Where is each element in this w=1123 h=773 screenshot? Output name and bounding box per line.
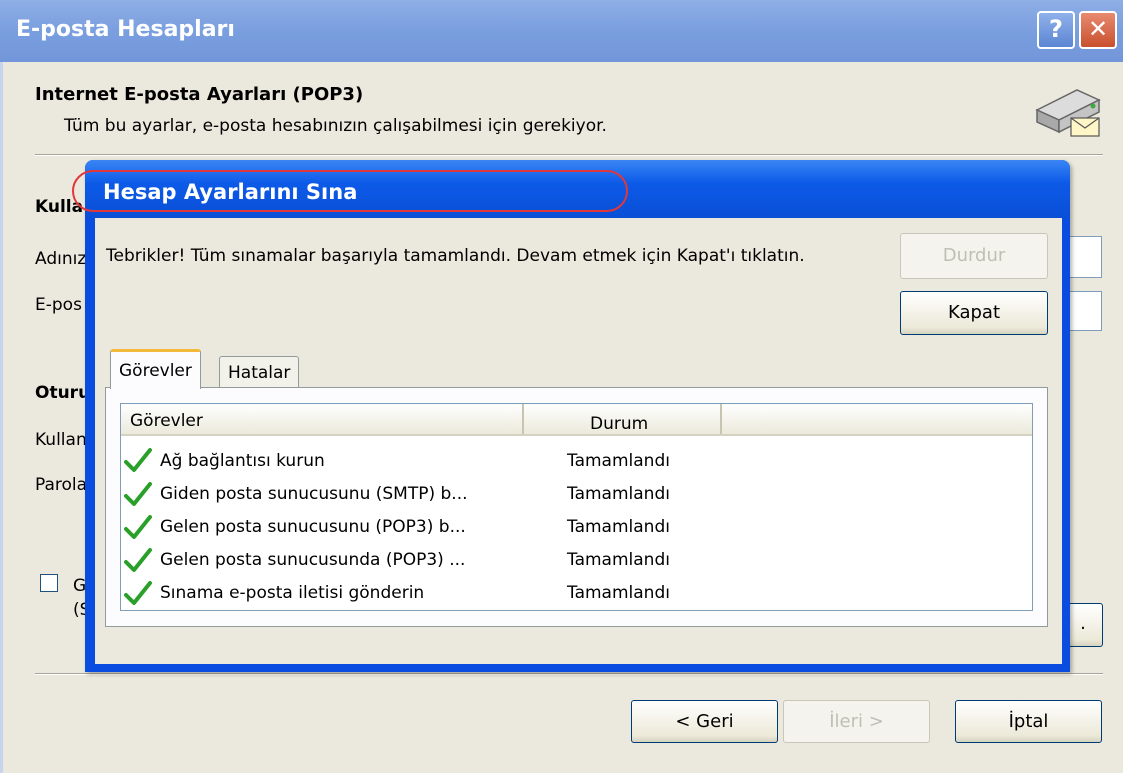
- row-task: Giden posta sunucusunu (SMTP) b...: [160, 484, 468, 504]
- dialog-close-button[interactable]: Kapat: [900, 291, 1048, 335]
- help-button[interactable]: ?: [1037, 11, 1075, 49]
- row-status: Tamamlandı: [567, 583, 670, 603]
- page-title: Internet E-posta Ayarları (POP3): [35, 84, 364, 105]
- remember-checkbox[interactable]: [40, 574, 58, 592]
- row-task: Gelen posta sunucusunda (POP3) ...: [160, 550, 466, 570]
- footer-separator: [35, 673, 1103, 675]
- tab-tasks[interactable]: Görevler: [110, 349, 201, 389]
- mail-server-icon: [1035, 89, 1101, 137]
- check-icon: [124, 482, 152, 506]
- header-separator: [35, 154, 1103, 156]
- check-icon: [124, 515, 152, 539]
- back-button[interactable]: < Geri: [631, 700, 778, 743]
- password-label: Parola: [35, 475, 88, 495]
- cancel-button[interactable]: İptal: [955, 700, 1102, 743]
- stop-button[interactable]: Durdur: [900, 233, 1048, 279]
- row-task: Gelen posta sunucusunu (POP3) b...: [160, 517, 466, 537]
- check-icon: [124, 448, 152, 472]
- logon-section-label: Oturu: [35, 383, 91, 403]
- next-button[interactable]: İleri >: [783, 700, 930, 743]
- name-input[interactable]: [1067, 236, 1102, 278]
- row-status: Tamamlandı: [567, 451, 670, 471]
- email-input[interactable]: [1067, 291, 1102, 331]
- email-label: E-pos: [35, 295, 82, 315]
- check-icon: [124, 548, 152, 572]
- row-task: Ağ bağlantısı kurun: [160, 451, 325, 471]
- row-task: Sınama e-posta iletisi gönderin: [160, 583, 425, 603]
- close-window-button[interactable]: ✕: [1079, 11, 1117, 49]
- name-label: Adınız: [35, 249, 87, 269]
- column-header-status[interactable]: Durum: [590, 414, 648, 434]
- row-status: Tamamlandı: [567, 550, 670, 570]
- list-header: [121, 404, 1032, 436]
- window-left-edge: [0, 62, 3, 773]
- page-subtitle: Tüm bu ayarlar, e-posta hesabınızın çalı…: [64, 116, 607, 136]
- username-label: Kullan: [35, 430, 87, 450]
- row-status: Tamamlandı: [567, 517, 670, 537]
- window-title: E-posta Hesapları: [16, 17, 235, 42]
- column-divider[interactable]: [522, 404, 524, 434]
- dialog-message: Tebrikler! Tüm sınamalar başarıyla tamam…: [106, 246, 805, 266]
- row-status: Tamamlandı: [567, 484, 670, 504]
- column-header-tasks[interactable]: Görevler: [130, 411, 203, 431]
- check-icon: [124, 581, 152, 605]
- tab-errors[interactable]: Hatalar: [219, 356, 300, 387]
- title-highlight-annotation: [72, 170, 628, 212]
- column-divider[interactable]: [720, 404, 722, 434]
